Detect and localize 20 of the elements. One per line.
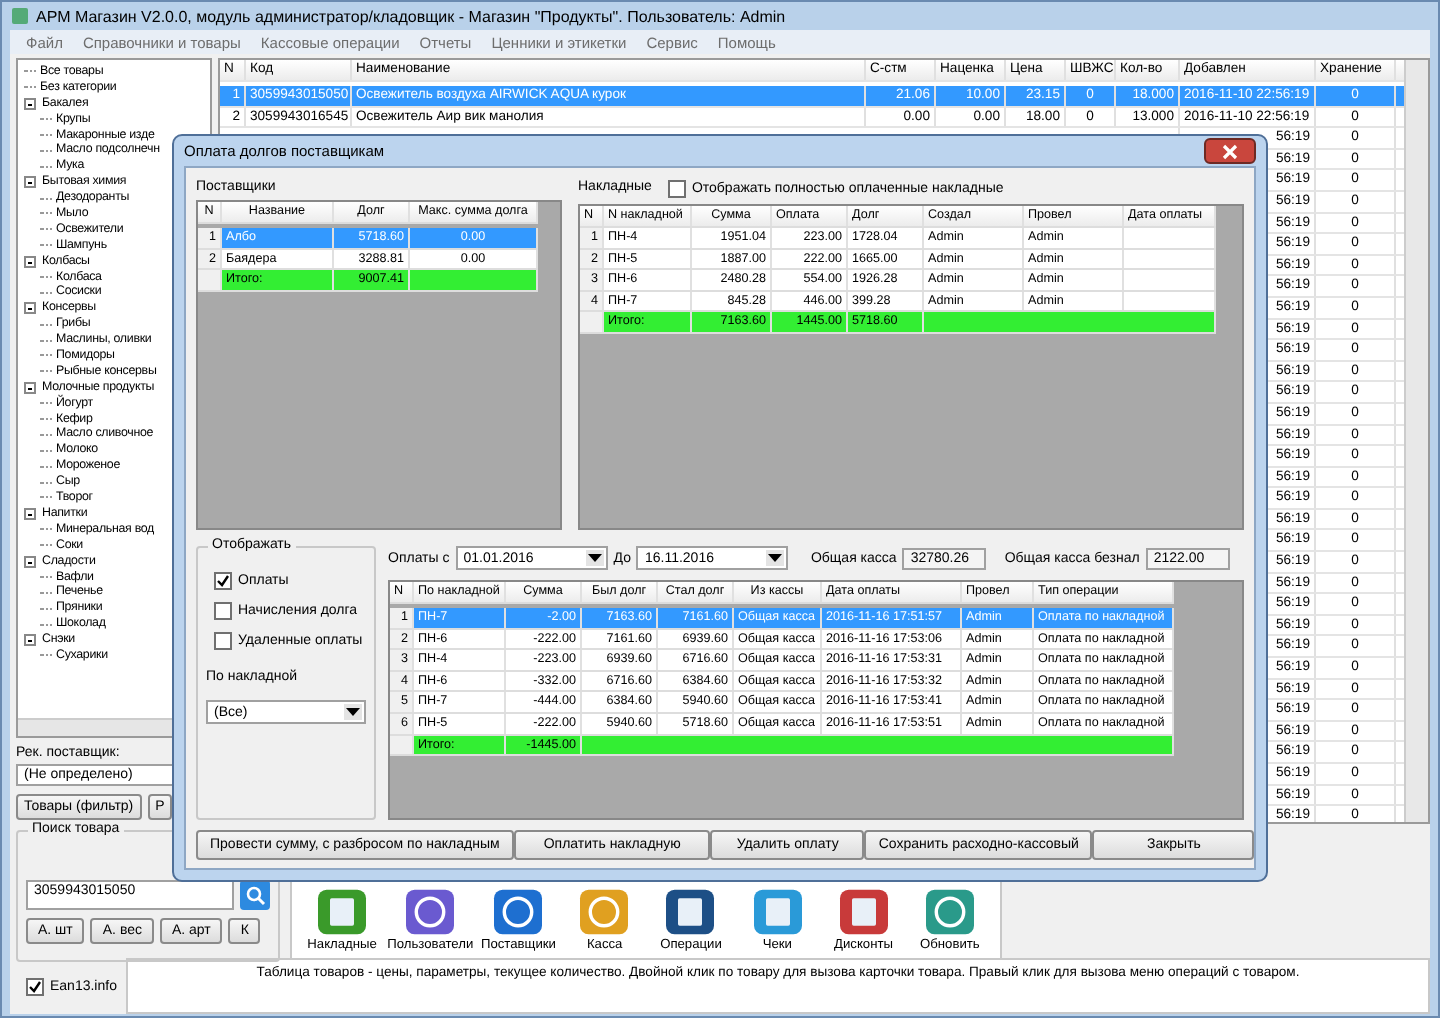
search-icon [245, 885, 265, 905]
caret-icon [346, 708, 360, 717]
collapse-icon[interactable] [24, 302, 36, 315]
collapse-icon[interactable] [24, 507, 36, 520]
scrollbar[interactable] [1404, 60, 1428, 822]
search-button[interactable] [240, 880, 270, 910]
check-icon [28, 979, 42, 993]
app-icon [12, 8, 28, 24]
collapse-icon[interactable] [24, 176, 36, 189]
collapse-icon[interactable] [24, 381, 36, 394]
caret-icon [768, 554, 783, 563]
collapse-icon[interactable] [24, 555, 36, 568]
close-button[interactable] [1204, 138, 1256, 164]
collapse-icon[interactable] [24, 255, 36, 268]
caret-icon [587, 554, 602, 563]
collapse-icon[interactable] [24, 634, 36, 646]
check-icon [216, 574, 230, 589]
collapse-icon[interactable] [24, 97, 36, 110]
close-icon [1222, 143, 1238, 159]
window-title: АРМ Магазин V2.0.0, модуль администратор/кладовщик - Магазин "Продукты". Пользователь: Admin [36, 7, 786, 25]
